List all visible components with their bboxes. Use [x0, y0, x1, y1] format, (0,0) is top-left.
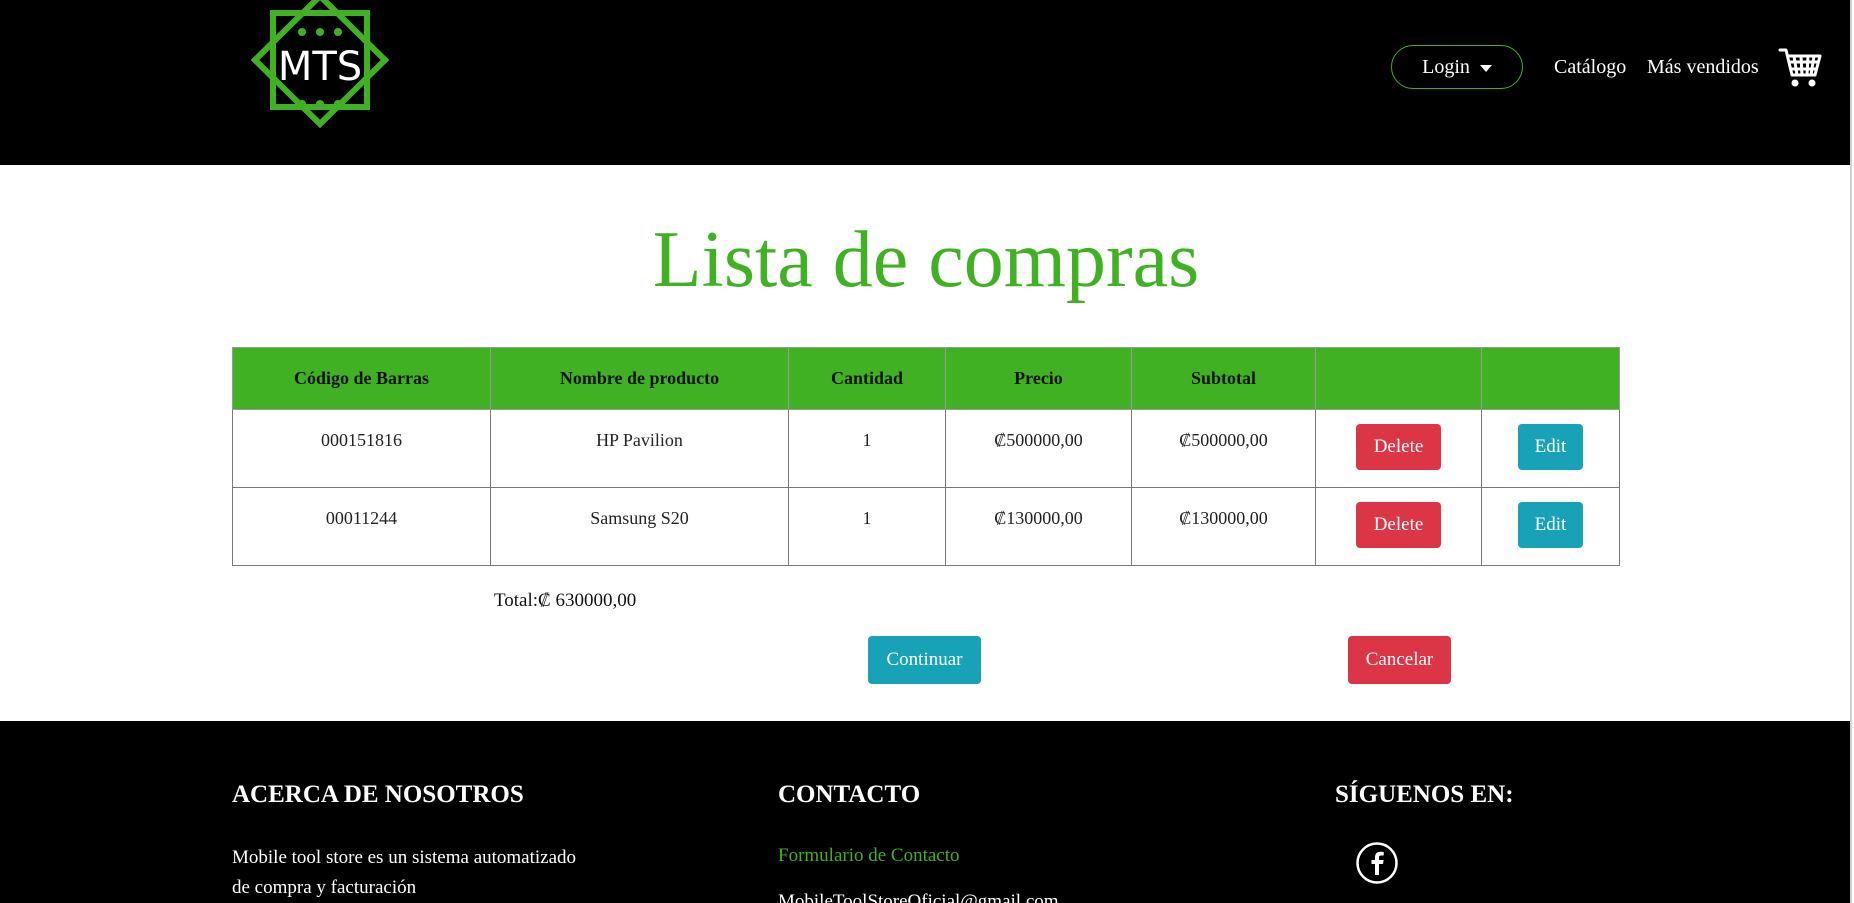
cell-name: Samsung S20 — [490, 487, 789, 566]
table-header-row: Código de Barras Nombre de producto Cant… — [232, 347, 1620, 410]
follow-heading: SÍGUENOS EN: — [1335, 781, 1514, 808]
delete-button[interactable]: Delete — [1356, 502, 1441, 548]
facebook-icon[interactable] — [1355, 841, 1399, 885]
order-total: Total:₡ 630000,00 — [494, 590, 637, 611]
mts-logo[interactable]: MTS — [240, 0, 400, 140]
about-text: Mobile tool store es un sistema automati… — [232, 847, 577, 898]
page: MTS Login Catálogo Más vendidos Lista de… — [0, 0, 1852, 903]
table-row: 00011244 Samsung S20 1 ₡130000,00 ₡13000… — [232, 487, 1620, 566]
login-dropdown-button[interactable]: Login — [1391, 45, 1523, 89]
page-title: Lista de compras — [652, 216, 1200, 304]
cell-code: 00011244 — [232, 487, 491, 566]
login-label: Login — [1422, 55, 1470, 78]
cell-delete: Delete — [1315, 409, 1482, 488]
page-scrollbar[interactable] — [1850, 0, 1852, 903]
column-header: Precio — [945, 347, 1132, 410]
cell-delete: Delete — [1315, 487, 1482, 566]
cancel-button[interactable]: Cancelar — [1348, 636, 1451, 684]
cell-name: HP Pavilion — [490, 409, 789, 488]
column-header: Nombre de producto — [490, 347, 789, 410]
logo-text: MTS — [278, 44, 362, 90]
continue-button[interactable]: Continuar — [868, 636, 981, 684]
caret-down-icon — [1479, 64, 1492, 72]
column-header — [1481, 347, 1620, 410]
delete-button[interactable]: Delete — [1356, 424, 1441, 470]
site-header: MTS Login Catálogo Más vendidos — [0, 0, 1852, 165]
contact-heading: CONTACTO — [778, 781, 921, 808]
cell-price: ₡130000,00 — [945, 487, 1132, 566]
cell-qty: 1 — [788, 409, 946, 488]
edit-button[interactable]: Edit — [1518, 424, 1583, 470]
cell-edit: Edit — [1481, 487, 1620, 566]
edit-button[interactable]: Edit — [1518, 502, 1583, 548]
cell-qty: 1 — [788, 487, 946, 566]
cell-subtotal: ₡500000,00 — [1131, 409, 1316, 488]
contact-form-link[interactable]: Formulario de Contacto — [778, 845, 960, 867]
cell-subtotal: ₡130000,00 — [1131, 487, 1316, 566]
shopping-cart-icon[interactable] — [1778, 45, 1822, 89]
table-row: 000151816 HP Pavilion 1 ₡500000,00 ₡5000… — [232, 409, 1620, 488]
about-heading: ACERCA DE NOSOTROS — [232, 781, 524, 808]
contact-email: MobileToolStoreOficial@gmail.com — [778, 891, 1059, 903]
column-header — [1315, 347, 1482, 410]
nav-catalog-link[interactable]: Catálogo — [1554, 56, 1626, 79]
column-header: Código de Barras — [232, 347, 491, 410]
shopping-list-table: Código de Barras Nombre de producto Cant… — [232, 347, 1620, 566]
nav-bestsellers-link[interactable]: Más vendidos — [1647, 56, 1759, 79]
cell-price: ₡500000,00 — [945, 409, 1132, 488]
column-header: Subtotal — [1131, 347, 1316, 410]
cell-edit: Edit — [1481, 409, 1620, 488]
site-footer: ACERCA DE NOSOTROS Mobile tool store es … — [0, 721, 1852, 903]
cell-code: 000151816 — [232, 409, 491, 488]
column-header: Cantidad — [788, 347, 946, 410]
